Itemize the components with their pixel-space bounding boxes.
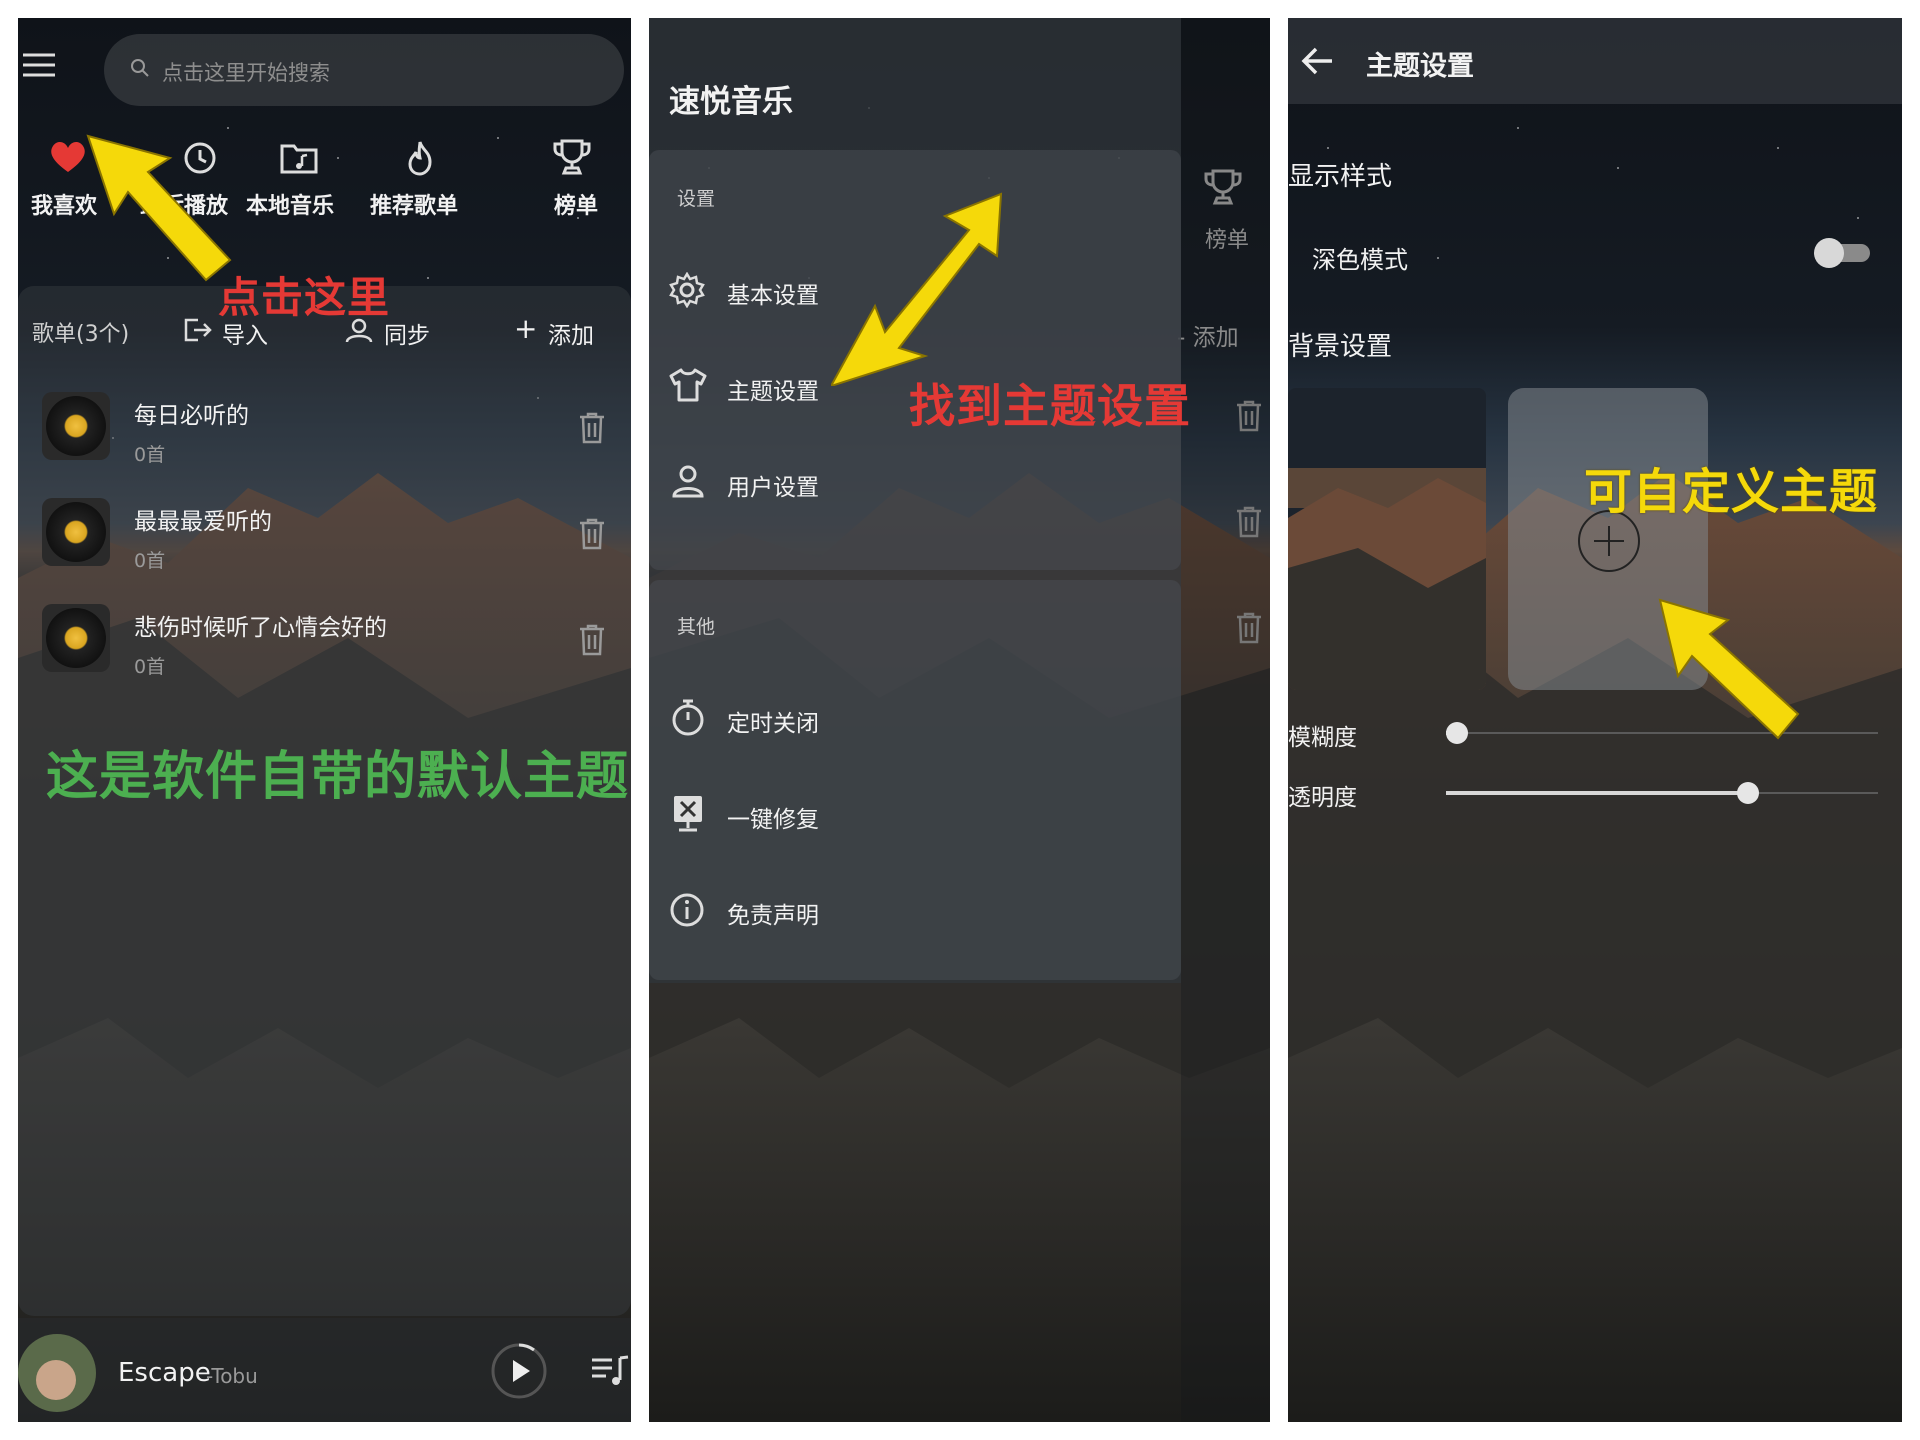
background-rank-label: 榜单 (1205, 228, 1250, 253)
add-playlist-button[interactable]: + 添加 (514, 312, 614, 349)
delete-icon (1235, 612, 1263, 644)
plus-icon: + (514, 312, 538, 345)
delete-icon[interactable] (578, 412, 606, 444)
arrow-annotation (1658, 598, 1808, 748)
timer-icon (671, 698, 705, 736)
search-placeholder: 点击这里开始搜索 (162, 61, 330, 85)
background-add-label: - 添加 (1177, 325, 1239, 351)
menu-icon[interactable] (22, 52, 56, 78)
section-header-other: 其他 (677, 616, 716, 638)
back-arrow-icon[interactable] (1300, 46, 1334, 76)
section-background: 背景设置 (1288, 332, 1393, 362)
repair-icon (671, 794, 705, 832)
song-artist: -Tobu (206, 1364, 258, 1388)
delete-icon (1235, 400, 1263, 432)
delete-icon (1235, 506, 1263, 538)
play-button[interactable] (490, 1342, 548, 1400)
playlist-queue-icon[interactable] (590, 1354, 630, 1388)
album-art (18, 1334, 96, 1412)
trophy-icon (552, 138, 592, 176)
page-title: 主题设置 (1366, 51, 1474, 82)
playlist-row[interactable]: 每日必听的 0首 (18, 378, 631, 474)
slider-thumb[interactable] (1446, 722, 1468, 744)
dark-mode-toggle[interactable] (1814, 238, 1870, 268)
opacity-slider[interactable] (1446, 780, 1878, 806)
playlist-cover (42, 498, 110, 566)
section-display-style: 显示样式 (1288, 162, 1393, 192)
menu-item-user-settings[interactable]: 用户设置 (649, 450, 1181, 514)
flame-icon (404, 140, 436, 176)
slider-fill (1446, 791, 1748, 795)
drawer-menu-panel: 榜单 - 添加 速悦音乐 设置 基本设置 主题设置 用户设置 其他 定时关闭 一… (649, 18, 1270, 1422)
nav-charts[interactable]: 榜单 (538, 136, 618, 226)
trophy-icon (1203, 168, 1243, 206)
home-screen-panel: 点击这里开始搜索 我喜欢 最近播放 本地音乐 推荐歌单 榜单 歌单(3个) 导入… (18, 18, 631, 1422)
arrow-annotation (80, 128, 240, 288)
delete-icon[interactable] (578, 518, 606, 550)
playlist-count: 歌单(3个) (32, 322, 130, 347)
nav-local-music[interactable]: 本地音乐 (246, 136, 356, 226)
theme-settings-panel: 主题设置 显示样式 深色模式 背景设置 模糊度 透明度 可自定义主题 (1288, 18, 1902, 1422)
search-icon (130, 58, 150, 78)
app-title: 速悦音乐 (669, 84, 793, 120)
slider-thumb[interactable] (1737, 782, 1759, 804)
background-thumbnail-default[interactable] (1288, 388, 1486, 690)
shirt-icon (669, 368, 707, 402)
menu-item-disclaimer[interactable]: 免责声明 (649, 878, 1181, 942)
opacity-label: 透明度 (1288, 785, 1357, 811)
blur-label: 模糊度 (1288, 725, 1357, 751)
arrow-annotation (831, 186, 1011, 386)
nav-recommended[interactable]: 推荐歌单 (370, 136, 480, 226)
delete-icon[interactable] (578, 624, 606, 656)
mini-player[interactable]: Escape -Tobu (18, 1318, 631, 1422)
dark-mode-label: 深色模式 (1312, 246, 1408, 274)
annotation-click-here: 点击这里 (218, 273, 391, 322)
playlist-row[interactable]: 悲伤时候听了心情会好的 0首 (18, 590, 631, 686)
import-icon (184, 318, 212, 342)
gear-icon (669, 272, 705, 308)
annotation-default-theme: 这是软件自带的默认主题 (46, 747, 630, 807)
menu-item-sleep-timer[interactable]: 定时关闭 (649, 686, 1181, 750)
search-bar[interactable]: 点击这里开始搜索 (104, 34, 624, 106)
playlist-row[interactable]: 最最最爱听的 0首 (18, 484, 631, 580)
playlist-cover (42, 604, 110, 672)
section-header-settings: 设置 (677, 188, 716, 210)
annotation-custom-theme: 可自定义主题 (1584, 464, 1879, 520)
song-title: Escape (118, 1358, 211, 1388)
annotation-find-theme: 找到主题设置 (909, 379, 1191, 433)
user-icon (671, 464, 705, 498)
folder-music-icon (280, 142, 318, 174)
info-icon (669, 892, 705, 928)
playlist-cover (42, 392, 110, 460)
menu-item-one-click-repair[interactable]: 一键修复 (649, 782, 1181, 846)
